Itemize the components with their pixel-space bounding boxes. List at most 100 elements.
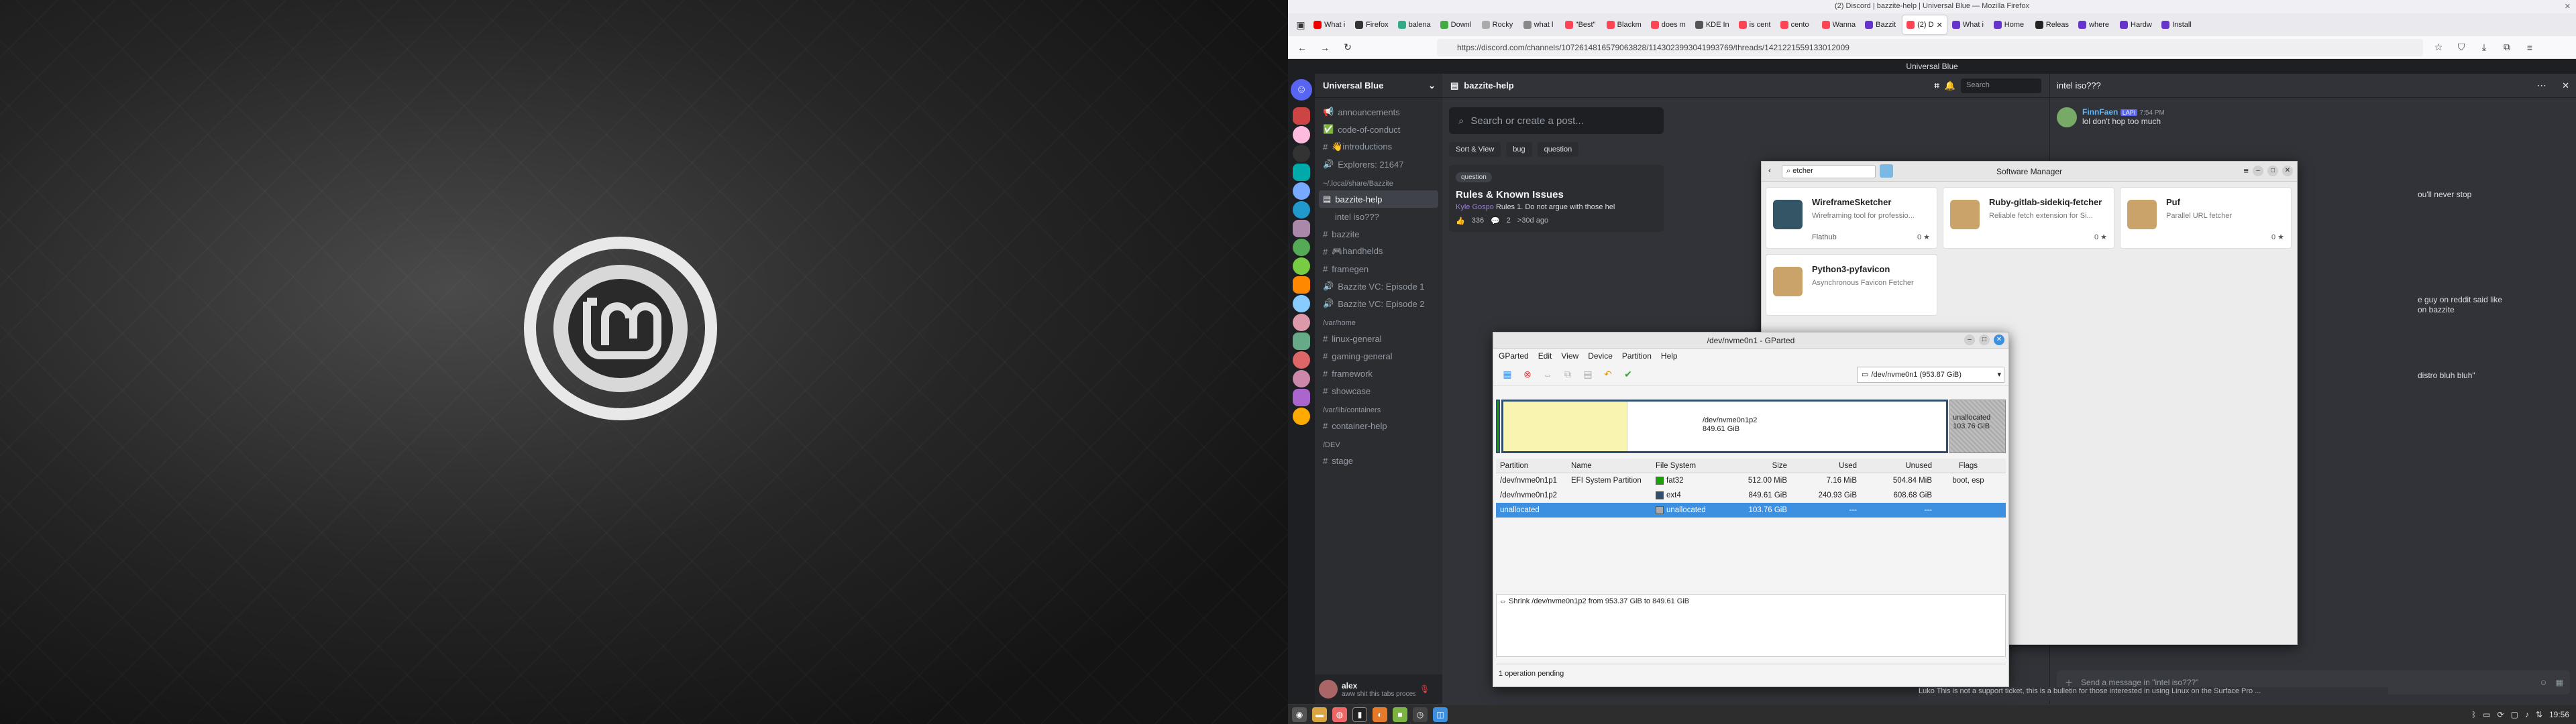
tab-7[interactable]: Blackm bbox=[1603, 15, 1646, 34]
channel-item[interactable]: 🔊 Bazzite VC: Episode 2 bbox=[1315, 295, 1442, 312]
column-header[interactable]: Unused bbox=[1857, 462, 1932, 470]
tab-3[interactable]: Downl bbox=[1436, 15, 1477, 34]
tab-12[interactable]: Wanna bbox=[1818, 15, 1860, 34]
menu-item-device[interactable]: Device bbox=[1588, 351, 1613, 361]
channel-item[interactable]: # 👋introductions bbox=[1315, 138, 1442, 156]
app-card[interactable]: Python3-pyfavicon Asynchronous Favicon Fe… bbox=[1766, 254, 1937, 316]
channel-item[interactable]: 🔊 Explorers: 21647 bbox=[1315, 156, 1442, 173]
apply-icon[interactable]: ✔ bbox=[1621, 367, 1635, 382]
copy-icon[interactable]: ⧉ bbox=[1560, 367, 1575, 382]
search-input[interactable]: Search bbox=[1961, 78, 2041, 93]
search-input[interactable]: ⌕ etcher bbox=[1782, 165, 1876, 178]
tab-6[interactable]: "Best" bbox=[1561, 15, 1601, 34]
partition-block-p2[interactable]: /dev/nvme0n1p2 849.61 GiB bbox=[1501, 400, 1948, 453]
installed-view-icon[interactable] bbox=[1880, 164, 1893, 178]
menu-icon[interactable]: ≡ bbox=[2522, 40, 2537, 55]
server-icon[interactable] bbox=[1293, 389, 1310, 406]
channel-item[interactable]: 🔊 Bazzite VC: Episode 1 bbox=[1315, 278, 1442, 295]
thread-item[interactable]: intel iso??? bbox=[1315, 208, 1442, 225]
menu-item-partition[interactable]: Partition bbox=[1622, 351, 1652, 361]
server-icon[interactable] bbox=[1293, 333, 1310, 350]
server-icon[interactable] bbox=[1293, 164, 1310, 181]
menu-item-gparted[interactable]: GParted bbox=[1499, 351, 1529, 361]
file-manager-icon[interactable]: ▬ bbox=[1312, 707, 1327, 722]
channel-item[interactable]: # gaming-general bbox=[1315, 347, 1442, 365]
close-icon[interactable]: ✕ bbox=[1994, 335, 2004, 345]
channel-item[interactable]: # showcase bbox=[1315, 382, 1442, 400]
downloads-icon[interactable]: ⤓ bbox=[2477, 40, 2491, 55]
channel-item[interactable]: # stage bbox=[1315, 452, 1442, 469]
close-icon[interactable]: ✕ bbox=[2282, 166, 2293, 176]
server-icon[interactable] bbox=[1293, 201, 1310, 219]
tab-16[interactable]: Home bbox=[1990, 15, 2030, 34]
tab-20[interactable]: Install bbox=[2157, 15, 2198, 34]
partition-block-unallocated[interactable]: unallocated 103.76 GiB bbox=[1949, 400, 2006, 453]
menu-icon[interactable]: ≡ bbox=[2243, 166, 2249, 176]
menu-item-help[interactable]: Help bbox=[1661, 351, 1678, 361]
close-thread-icon[interactable]: ✕ bbox=[2562, 80, 2569, 91]
new-partition-icon[interactable]: ▦ bbox=[1500, 367, 1515, 382]
tab-1[interactable]: Firefox bbox=[1351, 15, 1393, 34]
tab-2[interactable]: balena bbox=[1394, 15, 1435, 34]
volume-icon[interactable]: ♪ bbox=[2525, 710, 2529, 719]
gparted-icon[interactable]: ◷ bbox=[1413, 707, 1428, 722]
avatar[interactable] bbox=[1319, 680, 1338, 699]
device-selector[interactable]: ▭/dev/nvme0n1 (953.87 GiB) ▾ bbox=[1857, 366, 2004, 383]
server-icon[interactable] bbox=[1293, 107, 1310, 125]
table-row[interactable]: /dev/nvme0n1p1 EFI System Partition fat32 5… bbox=[1496, 473, 2006, 488]
paste-icon[interactable]: ▤ bbox=[1580, 367, 1595, 382]
tab-list-icon[interactable]: ▣ bbox=[1293, 17, 1308, 32]
close-tab-icon[interactable]: ✕ bbox=[1937, 21, 1943, 29]
forum-search-input[interactable]: ⌕ Search or create a post... bbox=[1449, 107, 1664, 134]
channel-item[interactable]: # framegen bbox=[1315, 260, 1442, 278]
tab-9[interactable]: KDE In bbox=[1691, 15, 1733, 34]
table-row[interactable]: /dev/nvme0n1p2 ext4 849.61 GiB 240.93 GiB 60… bbox=[1496, 488, 2006, 503]
category-label[interactable]: ~/.local/share/Bazzite bbox=[1315, 173, 1442, 190]
server-icon[interactable] bbox=[1293, 126, 1310, 143]
server-icon[interactable] bbox=[1293, 276, 1310, 294]
url-bar[interactable]: https://discord.com/channels/10726148165… bbox=[1437, 38, 2423, 56]
undo-icon[interactable]: ↶ bbox=[1601, 367, 1615, 382]
back-icon[interactable]: ← bbox=[1295, 40, 1309, 55]
column-header[interactable]: Size bbox=[1720, 462, 1790, 470]
filter-tag[interactable]: question bbox=[1537, 142, 1579, 157]
pending-operation[interactable]: ⇔ Shrink /dev/nvme0n1p2 from 953.37 GiB … bbox=[1499, 597, 2002, 605]
tab-4[interactable]: Rocky bbox=[1478, 15, 1518, 34]
tab-18[interactable]: where bbox=[2074, 15, 2114, 34]
minimize-icon[interactable]: – bbox=[1964, 335, 1975, 345]
column-header[interactable]: Partition bbox=[1496, 462, 1571, 470]
threads-icon[interactable]: ⌗ bbox=[1934, 80, 1939, 91]
tab-5[interactable]: what l bbox=[1519, 15, 1560, 34]
table-row[interactable]: unallocated unallocated 103.76 GiB --- --- bbox=[1496, 503, 2006, 518]
column-header[interactable]: Name bbox=[1571, 462, 1656, 470]
avatar[interactable] bbox=[2057, 107, 2077, 127]
category-label[interactable]: /DEV bbox=[1315, 434, 1442, 452]
software-manager-icon[interactable]: ◫ bbox=[1433, 707, 1448, 722]
tab-17[interactable]: Releas bbox=[2031, 15, 2073, 34]
server-icon[interactable] bbox=[1293, 295, 1310, 312]
tab-14[interactable]: (2) D ✕ bbox=[1902, 15, 1947, 34]
minimize-icon[interactable]: – bbox=[2253, 166, 2263, 176]
menu-item-edit[interactable]: Edit bbox=[1538, 351, 1552, 361]
display-icon[interactable]: ▢ bbox=[2511, 710, 2518, 719]
delete-icon[interactable]: ⊗ bbox=[1520, 367, 1535, 382]
close-window-icon[interactable]: ✕ bbox=[2565, 2, 2571, 11]
discord-home-icon[interactable]: ☺ bbox=[1291, 79, 1312, 101]
emoji-icon[interactable]: ☺ bbox=[2539, 678, 2547, 687]
server-icon[interactable] bbox=[1293, 182, 1310, 200]
gift-icon[interactable]: ▦ bbox=[2556, 678, 2563, 687]
tab-0[interactable]: What i bbox=[1309, 15, 1350, 34]
bookmark-star-icon[interactable]: ☆ bbox=[2431, 40, 2446, 55]
maximize-icon[interactable]: □ bbox=[2267, 166, 2278, 176]
category-label[interactable]: /var/lib/containers bbox=[1315, 400, 1442, 417]
start-menu-icon[interactable]: ◉ bbox=[1292, 707, 1307, 722]
back-icon[interactable]: ‹ bbox=[1768, 166, 1771, 175]
column-header[interactable]: Flags bbox=[1932, 462, 2004, 470]
column-header[interactable]: File System bbox=[1656, 462, 1720, 470]
app-card[interactable]: Puf Parallel URL fetcher 0 ★ bbox=[2120, 187, 2292, 249]
forward-icon[interactable]: → bbox=[1318, 40, 1332, 55]
bluetooth-icon[interactable]: ᛒ bbox=[2471, 710, 2476, 719]
app-icon[interactable]: ■ bbox=[1393, 707, 1407, 722]
tab-15[interactable]: What i bbox=[1948, 15, 1988, 34]
reload-icon[interactable]: ↻ bbox=[1340, 40, 1355, 55]
